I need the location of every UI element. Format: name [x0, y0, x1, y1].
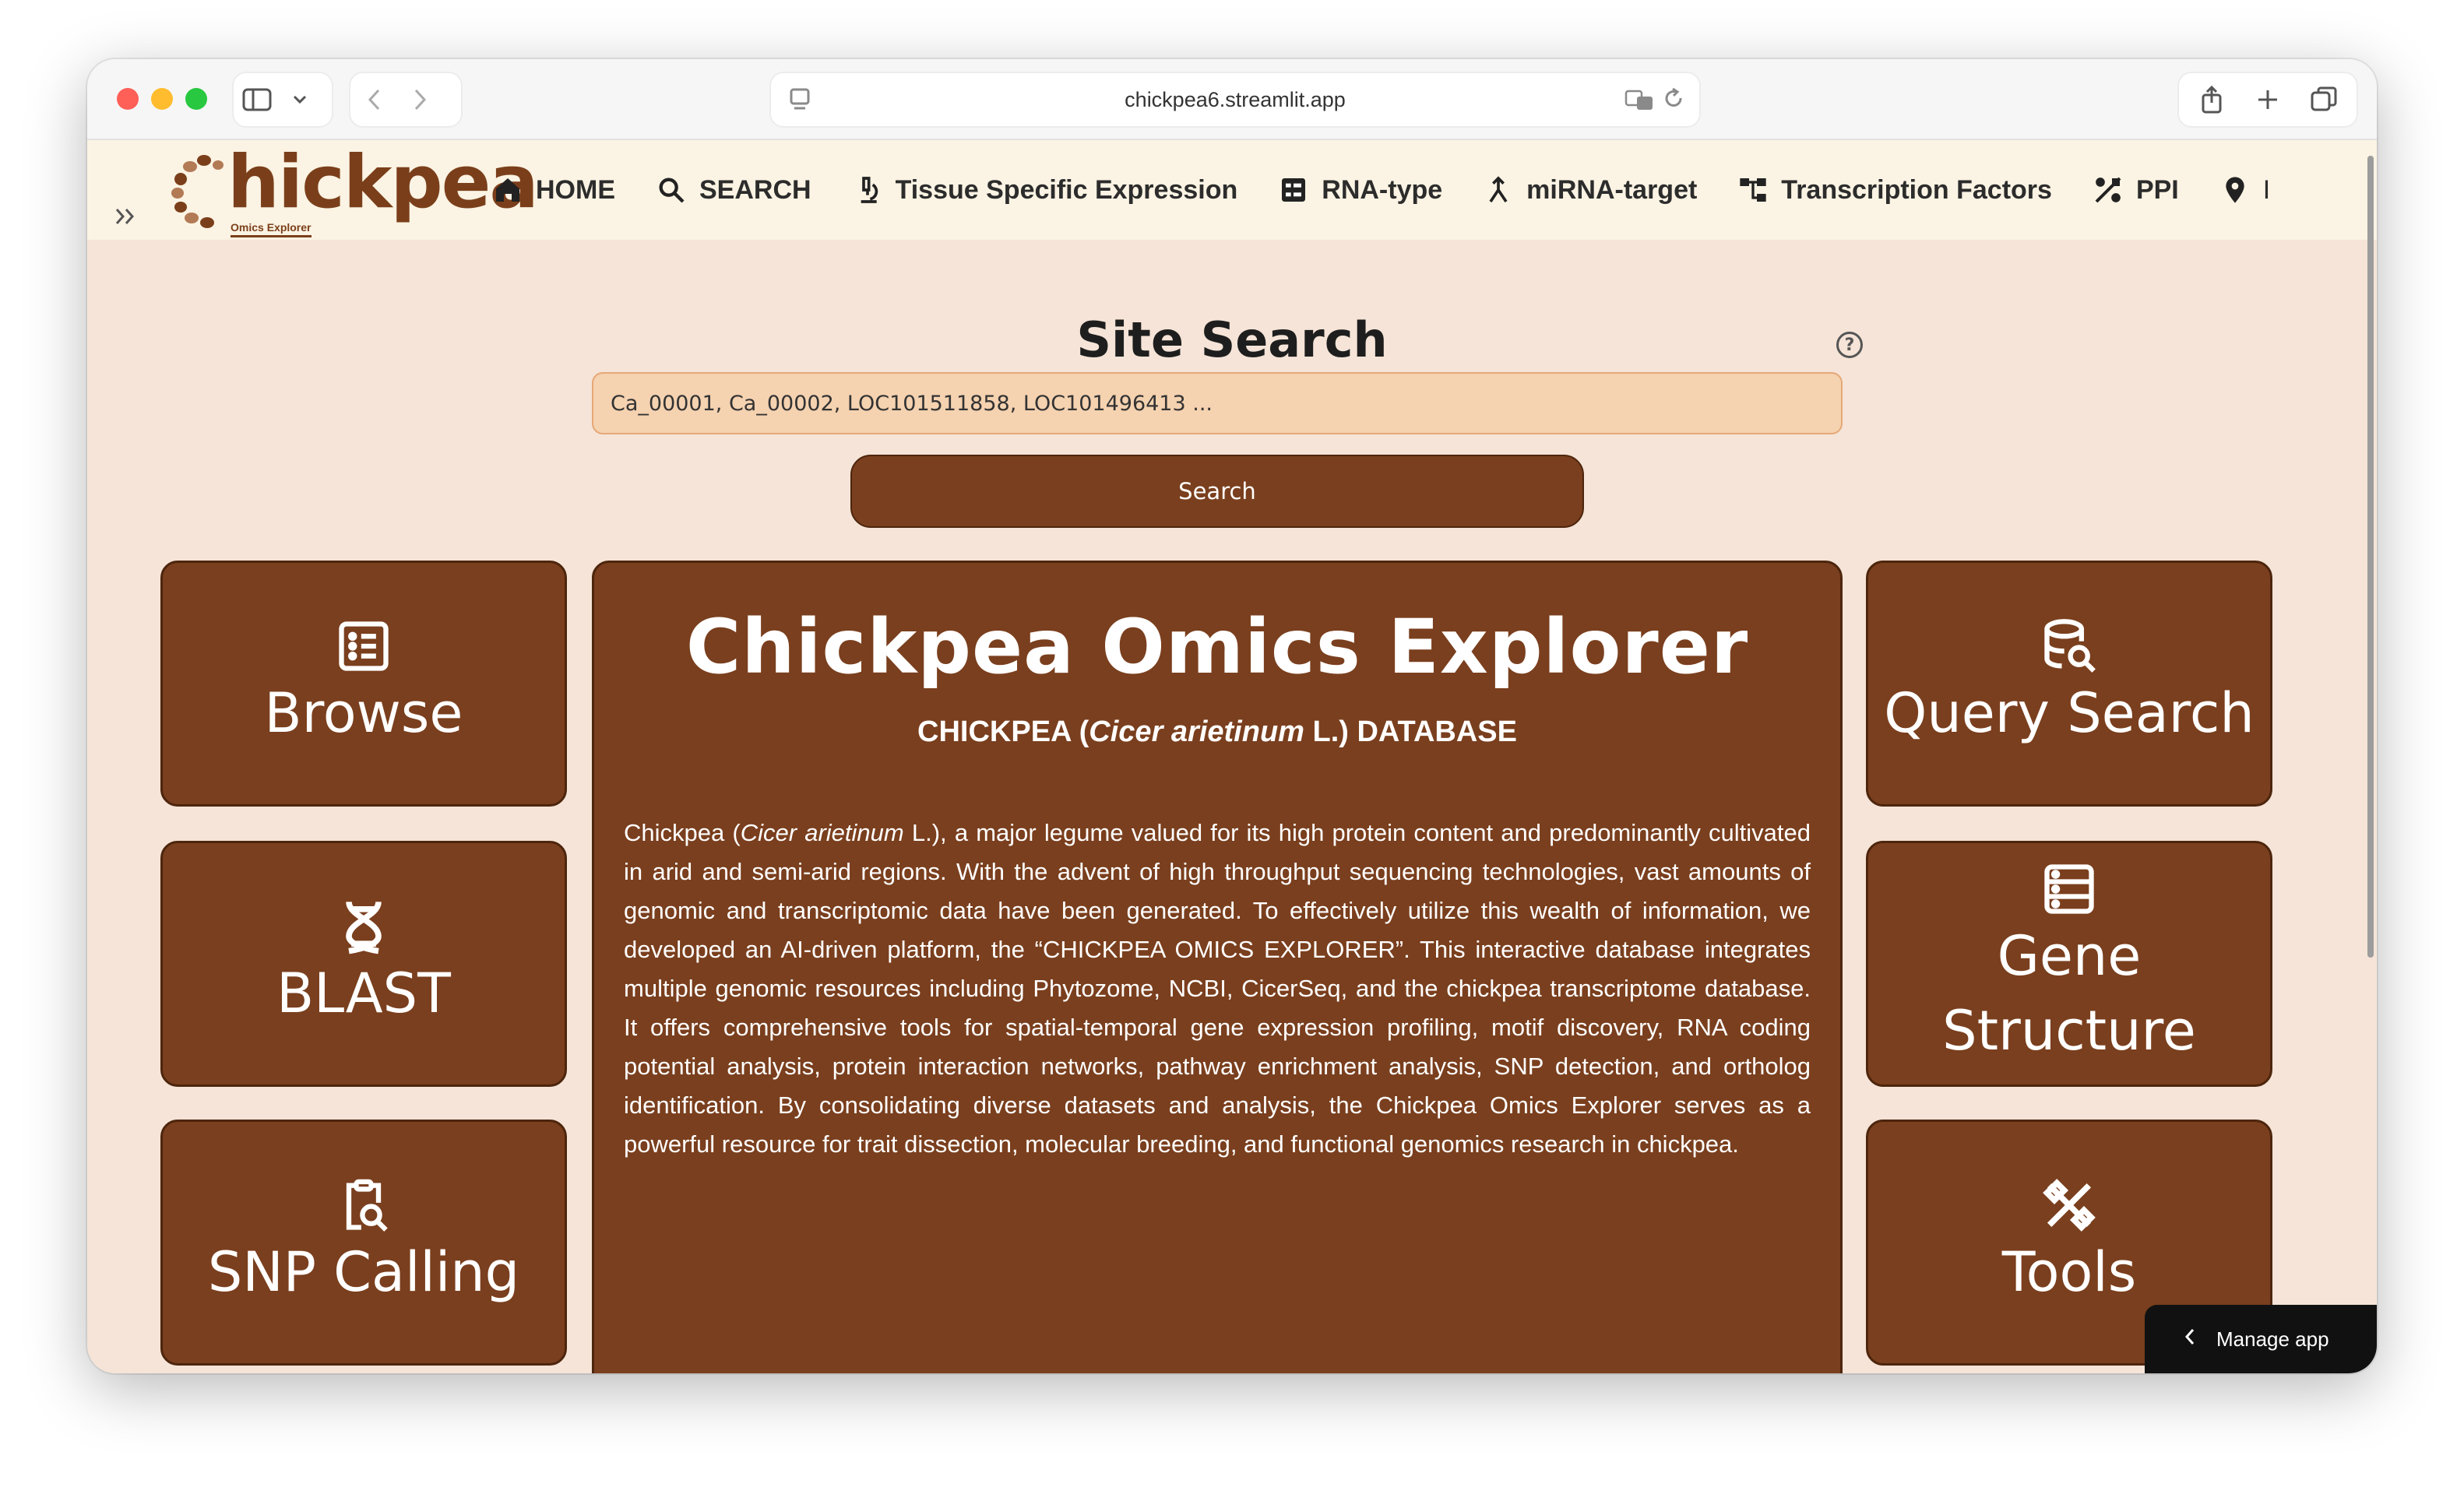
logo-wordmark: hickpea [227, 140, 539, 225]
panel-subtitle-post: L.) DATABASE [1304, 715, 1517, 748]
help-icon[interactable]: ? [1836, 332, 1863, 358]
query-search-tile[interactable]: Query Search [1866, 561, 2272, 807]
tile-label: SNP Calling [207, 1240, 520, 1304]
tile-label: Tools [2001, 1240, 2137, 1304]
list-icon [339, 621, 389, 671]
nav-item-label: HOME [536, 174, 615, 205]
browser-window: chickpea6.streamlit.app hickpea Omics Ex… [87, 59, 2377, 1373]
tile-label: Query Search [1884, 681, 2255, 745]
translate-icon[interactable] [1624, 89, 1656, 112]
panel-subtitle-pre: CHICKPEA ( [917, 715, 1089, 748]
server-icon [2044, 864, 2094, 914]
home-icon [496, 178, 519, 202]
panel-body-text: L.), a major legume valued for its high … [624, 819, 1811, 1158]
site-search-title: Site Search [1076, 311, 1388, 368]
page-scrollbar[interactable] [2364, 140, 2377, 1373]
nav-menu: HOME SEARCH Tissue Specific Expression R… [492, 140, 2270, 240]
network-icon [2095, 177, 2121, 203]
blast-tile[interactable]: BLAST [160, 841, 567, 1087]
app-navbar: hickpea Omics Explorer HOME SEARCH Tissu… [87, 140, 2377, 240]
merge-arrow-icon [1489, 176, 1508, 203]
snp-calling-tile[interactable]: SNP Calling [160, 1120, 567, 1366]
nav-item-search[interactable]: SEARCH [656, 174, 811, 206]
database-search-icon [2044, 619, 2096, 673]
nav-item-tissue-expression[interactable]: Tissue Specific Expression [852, 174, 1238, 206]
expand-sidebar-icon[interactable] [114, 202, 137, 234]
intro-panel: Chickpea Omics Explorer CHICKPEA (Cicer … [592, 561, 1843, 1373]
chevron-down-icon[interactable] [280, 76, 319, 123]
tools-icon [2043, 1179, 2096, 1232]
browser-titlebar: chickpea6.streamlit.app [87, 59, 2377, 140]
gene-structure-tile[interactable]: Gene Structure [1866, 841, 2272, 1087]
nav-item-label: Transcription Factors [1781, 174, 2052, 205]
address-bar[interactable]: chickpea6.streamlit.app [769, 72, 1701, 128]
panel-body-species: Cicer arietinum [740, 819, 904, 846]
nav-item-label: PPI [2135, 174, 2179, 205]
close-window-button[interactable] [117, 88, 139, 110]
tile-label: BLAST [276, 961, 451, 1025]
chickpea-logo-c-icon [171, 155, 224, 228]
list-box-icon [1282, 178, 1306, 202]
hierarchy-icon [1740, 178, 1766, 202]
panel-title: Chickpea Omics Explorer [685, 603, 1749, 691]
tile-label: Gene Structure [1942, 924, 2196, 1063]
url-text: chickpea6.streamlit.app [1125, 87, 1346, 111]
sidebar-icon[interactable] [234, 76, 280, 123]
nav-item-ppi[interactable]: PPI [2093, 174, 2179, 206]
search-button[interactable]: Search [850, 455, 1584, 528]
new-tab-icon[interactable] [2244, 76, 2291, 123]
sidebar-toggle-group [232, 72, 333, 128]
scrollbar-thumb[interactable] [2367, 156, 2374, 958]
nav-item-location[interactable]: I [2219, 174, 2270, 206]
nav-item-label: Tissue Specific Expression [895, 174, 1238, 205]
panel-description: Chickpea (Cicer arietinum L.), a major l… [624, 814, 1811, 1164]
clipboard-search-icon [346, 1179, 388, 1232]
tile-label: Browse [264, 681, 463, 745]
logo-subtitle: Omics Explorer [231, 221, 312, 237]
manage-app-label: Manage app [2216, 1327, 2329, 1351]
search-input[interactable]: Ca_00001, Ca_00002, LOC101511858, LOC101… [592, 372, 1843, 434]
panel-subtitle: CHICKPEA (Cicer arietinum L.) DATABASE [594, 715, 1840, 749]
panel-body-pre: Chickpea ( [624, 819, 741, 846]
history-nav-group [349, 72, 463, 128]
chevron-left-icon [2184, 1326, 2196, 1352]
dna-icon [346, 901, 382, 954]
browse-tile[interactable]: Browse [160, 561, 567, 807]
nav-item-home[interactable]: HOME [492, 174, 615, 206]
nav-item-transcription-factors[interactable]: Transcription Factors [1737, 174, 2052, 206]
panel-subtitle-species: Cicer arietinum [1089, 715, 1304, 748]
tab-overview-icon[interactable] [2300, 76, 2347, 123]
zoom-window-button[interactable] [185, 88, 207, 110]
search-icon [659, 178, 685, 203]
nav-item-label: miRNA-target [1526, 174, 1698, 205]
back-icon[interactable] [350, 76, 397, 123]
pin-icon [2226, 177, 2244, 203]
reload-icon[interactable] [1662, 87, 1687, 112]
forward-icon[interactable] [397, 76, 444, 123]
nav-item-label: I [2262, 174, 2271, 205]
manage-app-button[interactable]: Manage app [2145, 1305, 2377, 1373]
nav-item-label: RNA-type [1322, 174, 1443, 205]
share-icon[interactable] [2188, 76, 2235, 123]
toolbar-right-group [2177, 72, 2358, 128]
chickpea-logo[interactable]: hickpea Omics Explorer [170, 140, 539, 238]
microscope-icon [861, 177, 878, 203]
nav-item-mirna-target[interactable]: miRNA-target [1483, 174, 1697, 206]
main-content: Site Search ? Ca_00001, Ca_00002, LOC101… [87, 240, 2377, 1373]
minimize-window-button[interactable] [151, 88, 173, 110]
nav-item-label: SEARCH [699, 174, 811, 205]
nav-item-rna-type[interactable]: RNA-type [1278, 174, 1442, 206]
